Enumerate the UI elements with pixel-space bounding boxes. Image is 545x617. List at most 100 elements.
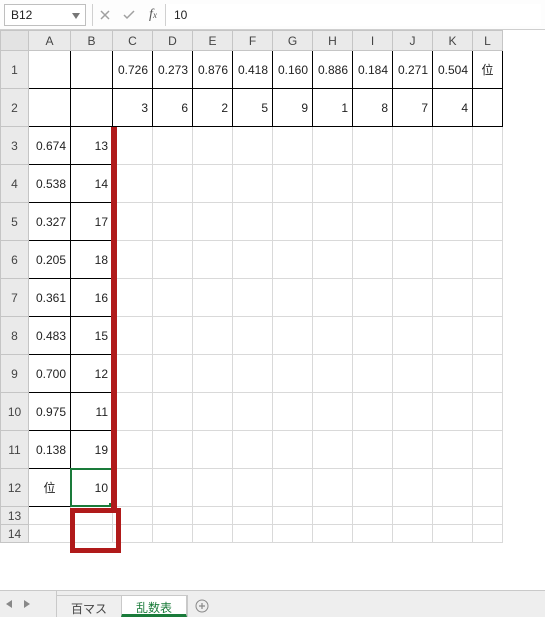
col-header-F[interactable]: F [233,31,273,51]
cell-C11[interactable] [113,431,153,469]
cell-D7[interactable] [153,279,193,317]
cell-I7[interactable] [353,279,393,317]
cell-H11[interactable] [313,431,353,469]
cell-H8[interactable] [313,317,353,355]
cell-I13[interactable] [353,507,393,525]
cell-K3[interactable] [433,127,473,165]
cell-J8[interactable] [393,317,433,355]
cell-G9[interactable] [273,355,313,393]
cell-J10[interactable] [393,393,433,431]
cell-F1[interactable]: 0.418 [233,51,273,89]
cell-I4[interactable] [353,165,393,203]
cell-I1[interactable]: 0.184 [353,51,393,89]
cell-I11[interactable] [353,431,393,469]
cell-C5[interactable] [113,203,153,241]
cell-K2[interactable]: 4 [433,89,473,127]
cell-A11[interactable]: 0.138 [29,431,71,469]
cell-E14[interactable] [193,525,233,543]
cell-I2[interactable]: 8 [353,89,393,127]
cell-L14[interactable] [473,525,503,543]
cell-L7[interactable] [473,279,503,317]
cell-B1[interactable] [71,51,113,89]
col-header-I[interactable]: I [353,31,393,51]
row-header-7[interactable]: 7 [1,279,29,317]
cell-J12[interactable] [393,469,433,507]
cell-C6[interactable] [113,241,153,279]
cell-A7[interactable]: 0.361 [29,279,71,317]
cell-D4[interactable] [153,165,193,203]
cell-H10[interactable] [313,393,353,431]
cell-K4[interactable] [433,165,473,203]
cell-H5[interactable] [313,203,353,241]
cell-G11[interactable] [273,431,313,469]
cell-C2[interactable]: 3 [113,89,153,127]
fx-icon[interactable]: fx [141,4,165,26]
name-box[interactable]: B12 [4,4,86,26]
cell-J6[interactable] [393,241,433,279]
confirm-icon[interactable] [117,4,141,26]
col-header-C[interactable]: C [113,31,153,51]
cell-K13[interactable] [433,507,473,525]
row-header-14[interactable]: 14 [1,525,29,543]
cancel-icon[interactable] [93,4,117,26]
cell-F10[interactable] [233,393,273,431]
cell-B2[interactable] [71,89,113,127]
row-header-8[interactable]: 8 [1,317,29,355]
cell-K11[interactable] [433,431,473,469]
cell-A10[interactable]: 0.975 [29,393,71,431]
cell-I6[interactable] [353,241,393,279]
cell-J13[interactable] [393,507,433,525]
cell-C4[interactable] [113,165,153,203]
cell-E10[interactable] [193,393,233,431]
cell-D14[interactable] [153,525,193,543]
cell-K10[interactable] [433,393,473,431]
cell-F2[interactable]: 5 [233,89,273,127]
cell-K6[interactable] [433,241,473,279]
cell-A5[interactable]: 0.327 [29,203,71,241]
add-sheet-icon[interactable] [187,595,216,617]
cell-H1[interactable]: 0.886 [313,51,353,89]
cell-B5[interactable]: 17 [71,203,113,241]
cell-E5[interactable] [193,203,233,241]
cell-G7[interactable] [273,279,313,317]
cell-H7[interactable] [313,279,353,317]
col-header-J[interactable]: J [393,31,433,51]
cell-I5[interactable] [353,203,393,241]
cell-L1[interactable]: 位 [473,51,503,89]
cell-D11[interactable] [153,431,193,469]
cell-J9[interactable] [393,355,433,393]
cell-F3[interactable] [233,127,273,165]
row-header-9[interactable]: 9 [1,355,29,393]
col-header-H[interactable]: H [313,31,353,51]
cell-E12[interactable] [193,469,233,507]
cell-A1[interactable] [29,51,71,89]
cell-L4[interactable] [473,165,503,203]
cell-E6[interactable] [193,241,233,279]
cell-K8[interactable] [433,317,473,355]
row-header-6[interactable]: 6 [1,241,29,279]
cell-H14[interactable] [313,525,353,543]
cell-H2[interactable]: 1 [313,89,353,127]
cell-B11[interactable]: 19 [71,431,113,469]
col-header-E[interactable]: E [193,31,233,51]
cell-A6[interactable]: 0.205 [29,241,71,279]
cell-L8[interactable] [473,317,503,355]
tab-nav-next-icon[interactable] [18,591,36,617]
cell-B4[interactable]: 14 [71,165,113,203]
cell-G4[interactable] [273,165,313,203]
cell-A2[interactable] [29,89,71,127]
cell-J11[interactable] [393,431,433,469]
cell-E9[interactable] [193,355,233,393]
row-header-2[interactable]: 2 [1,89,29,127]
col-header-L[interactable]: L [473,31,503,51]
cell-E13[interactable] [193,507,233,525]
cell-F14[interactable] [233,525,273,543]
cell-H4[interactable] [313,165,353,203]
cell-D10[interactable] [153,393,193,431]
cell-A14[interactable] [29,525,71,543]
cell-F7[interactable] [233,279,273,317]
cell-L5[interactable] [473,203,503,241]
cell-B7[interactable]: 16 [71,279,113,317]
cell-F12[interactable] [233,469,273,507]
cell-C1[interactable]: 0.726 [113,51,153,89]
